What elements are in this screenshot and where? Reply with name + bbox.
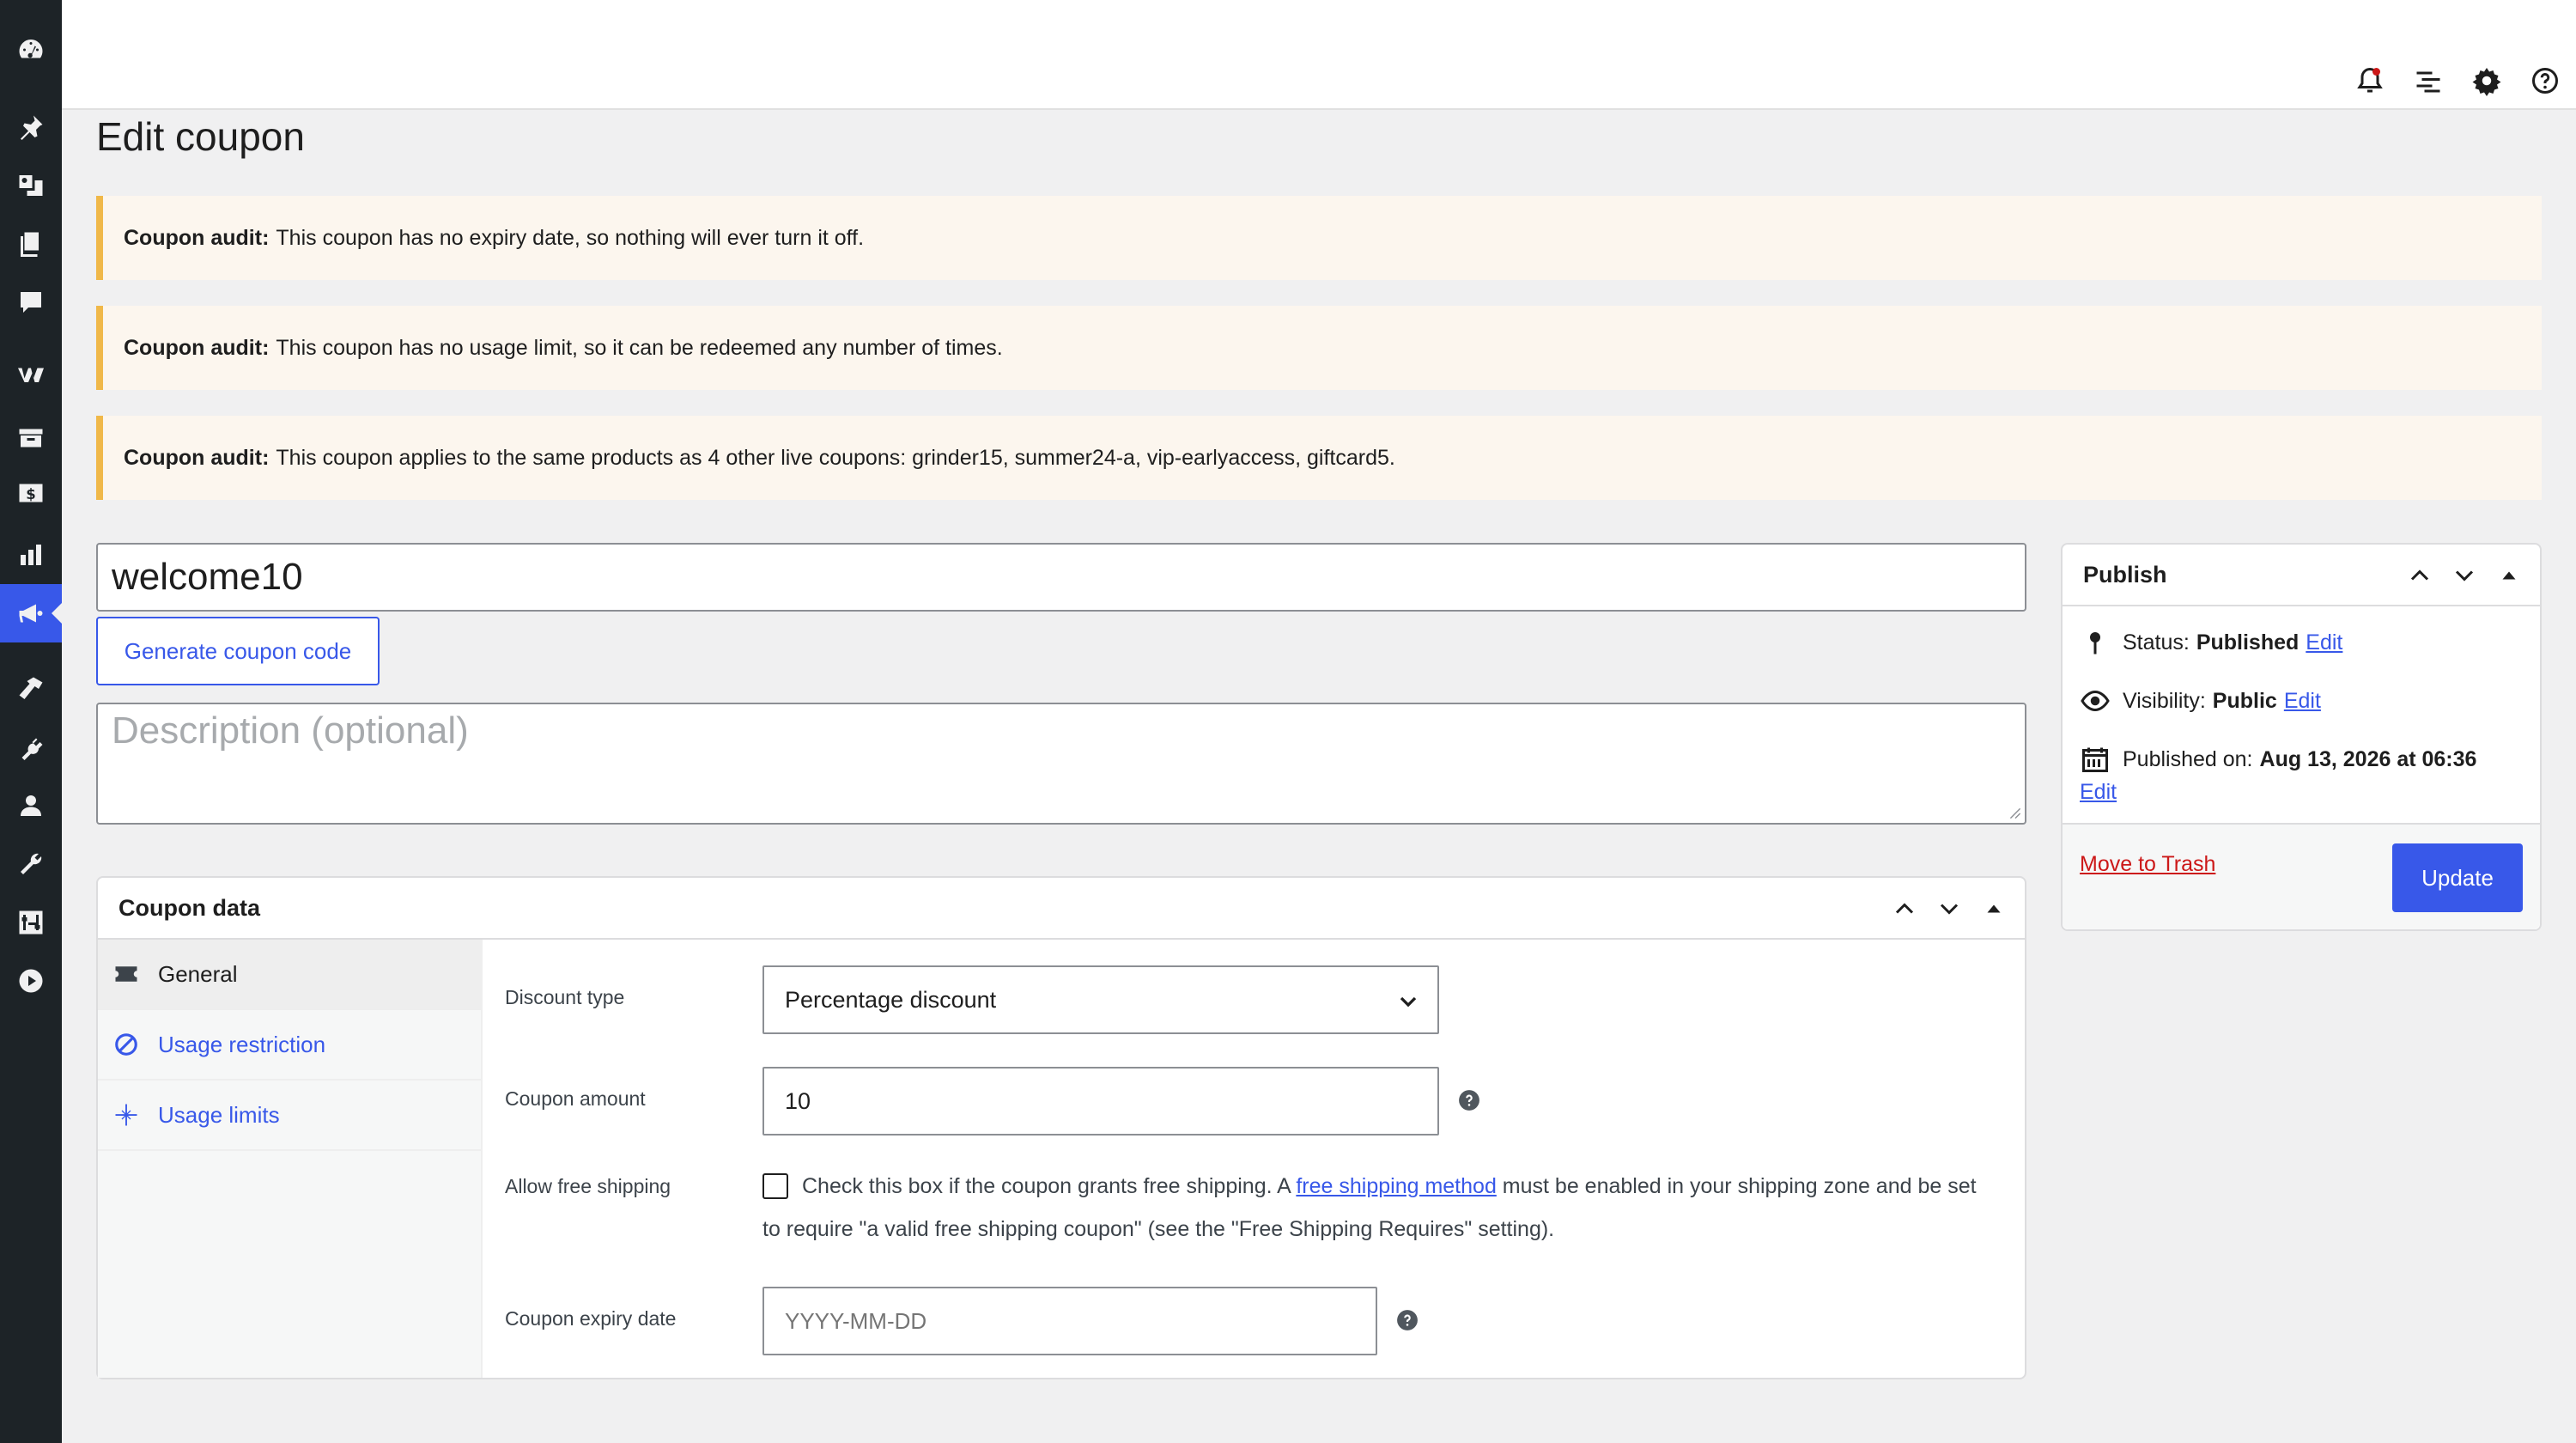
free-shipping-label: Allow free shipping bbox=[505, 1175, 671, 1197]
chevron-up-icon[interactable] bbox=[2404, 560, 2435, 591]
move-to-trash-link[interactable]: Move to Trash bbox=[2080, 852, 2215, 877]
coupon-amount-label: Coupon amount bbox=[505, 1087, 646, 1110]
chevron-down-icon[interactable] bbox=[1934, 893, 1965, 924]
collapse-triangle-icon[interactable] bbox=[1978, 893, 2009, 924]
notice-label: Coupon audit: bbox=[124, 335, 270, 360]
appearance-icon[interactable] bbox=[0, 660, 62, 718]
audit-notice: Coupon audit: This coupon applies to the… bbox=[96, 416, 2542, 500]
tab-general[interactable]: General bbox=[98, 940, 481, 1010]
comments-icon[interactable] bbox=[0, 273, 62, 332]
audit-notice: Coupon audit: This coupon has no usage l… bbox=[96, 306, 2542, 390]
help-tip-icon[interactable] bbox=[1458, 1089, 1480, 1111]
tab-usage-limits[interactable]: Usage limits bbox=[98, 1081, 481, 1151]
publish-title: Publish bbox=[2083, 561, 2167, 588]
description-placeholder: Description (optional) bbox=[112, 709, 469, 752]
chevron-up-icon[interactable] bbox=[1889, 893, 1920, 924]
notice-label: Coupon audit: bbox=[124, 225, 270, 250]
payments-icon[interactable]: $ bbox=[0, 464, 62, 522]
generate-coupon-code-button[interactable]: Generate coupon code bbox=[96, 617, 380, 685]
status-row: Status: Published Edit bbox=[2080, 627, 2342, 658]
published-label: Published on: bbox=[2123, 746, 2253, 771]
edit-visibility-link[interactable]: Edit bbox=[2284, 689, 2321, 714]
status-label: Status: bbox=[2123, 630, 2190, 655]
notice-label: Coupon audit: bbox=[124, 445, 270, 470]
tools-icon[interactable] bbox=[0, 835, 62, 893]
discount-type-value: Percentage discount bbox=[785, 986, 997, 1013]
publish-actions: Move to Trash Update bbox=[2063, 823, 2540, 929]
products-icon[interactable] bbox=[0, 409, 62, 467]
free-shipping-description: Check this box if the coupon grants free… bbox=[762, 1165, 1990, 1251]
description-field[interactable]: Description (optional) bbox=[96, 703, 2026, 825]
chevron-down-icon[interactable] bbox=[2449, 560, 2480, 591]
tab-usage-restriction[interactable]: Usage restriction bbox=[98, 1010, 481, 1081]
restriction-icon bbox=[115, 1033, 137, 1056]
free-shipping-text-before: Check this box if the coupon grants free… bbox=[802, 1174, 1297, 1198]
resize-handle-icon[interactable] bbox=[2009, 807, 2021, 819]
help-tip-icon[interactable] bbox=[1396, 1309, 1419, 1331]
edit-date-link[interactable]: Edit bbox=[2080, 780, 2117, 805]
calendar-icon bbox=[2082, 747, 2108, 772]
tab-label: General bbox=[158, 960, 238, 987]
edit-status-link[interactable]: Edit bbox=[2306, 630, 2342, 655]
visibility-label: Visibility: bbox=[2123, 688, 2206, 713]
coupon-data-title: Coupon data bbox=[118, 894, 260, 921]
publish-panel: Publish Status: Published Edit Visibilit… bbox=[2061, 543, 2542, 931]
play-icon[interactable] bbox=[0, 952, 62, 1010]
analytics-icon[interactable] bbox=[0, 526, 62, 584]
help-icon[interactable] bbox=[2530, 65, 2561, 96]
visibility-value: Public bbox=[2212, 688, 2277, 713]
published-value: Aug 13, 2026 at 06:36 bbox=[2259, 746, 2477, 771]
pin-icon[interactable] bbox=[0, 98, 62, 156]
chevron-down-icon bbox=[1400, 996, 1417, 1008]
pages-icon[interactable] bbox=[0, 215, 62, 273]
audit-notice: Coupon audit: This coupon has no expiry … bbox=[96, 196, 2542, 280]
notifications-icon[interactable] bbox=[2354, 65, 2385, 96]
notice-text: This coupon has no usage limit, so it ca… bbox=[276, 335, 1003, 360]
expiry-date-input[interactable]: YYYY-MM-DD bbox=[762, 1287, 1377, 1355]
notice-text: This coupon has no expiry date, so nothi… bbox=[276, 225, 865, 250]
collapse-triangle-icon[interactable] bbox=[2494, 560, 2524, 591]
status-value: Published bbox=[2196, 630, 2300, 655]
tab-label: Usage restriction bbox=[158, 1031, 326, 1057]
page-title: Edit coupon bbox=[96, 114, 305, 159]
expiry-date-label: Coupon expiry date bbox=[505, 1307, 677, 1330]
update-button[interactable]: Update bbox=[2392, 843, 2523, 912]
visibility-row: Visibility: Public Edit bbox=[2080, 685, 2321, 716]
gear-icon[interactable] bbox=[2471, 65, 2502, 96]
publish-header: Publish bbox=[2063, 545, 2540, 606]
woocommerce-icon[interactable] bbox=[0, 345, 62, 404]
notice-text: This coupon applies to the same products… bbox=[276, 445, 1395, 470]
media-icon[interactable] bbox=[0, 156, 62, 215]
plugins-icon[interactable] bbox=[0, 718, 62, 776]
dashboard-icon[interactable] bbox=[0, 21, 62, 79]
coupon-data-header: Coupon data bbox=[98, 878, 2025, 940]
pin-icon bbox=[2090, 632, 2100, 655]
published-on-row: Published on: Aug 13, 2026 at 06:36 bbox=[2080, 744, 2476, 775]
discount-type-select[interactable]: Percentage discount bbox=[762, 965, 1439, 1034]
coupon-data-panel: Coupon data General Usage restriction Us… bbox=[96, 876, 2026, 1379]
top-toolbar bbox=[62, 0, 2576, 110]
admin-sidebar: $ bbox=[0, 0, 62, 1443]
svg-text:$: $ bbox=[26, 486, 35, 502]
activity-list-icon[interactable] bbox=[2413, 65, 2444, 96]
users-icon[interactable] bbox=[0, 776, 62, 835]
coupon-amount-input[interactable]: 10 bbox=[762, 1067, 1439, 1136]
settings-icon[interactable] bbox=[0, 893, 62, 952]
free-shipping-method-link[interactable]: free shipping method bbox=[1296, 1174, 1496, 1198]
coupon-data-tabs: General Usage restriction Usage limits bbox=[98, 940, 483, 1378]
marketing-icon[interactable] bbox=[0, 584, 62, 642]
coupon-code-input[interactable]: welcome10 bbox=[96, 543, 2026, 612]
ticket-icon bbox=[115, 966, 137, 982]
discount-type-label: Discount type bbox=[505, 986, 625, 1008]
tab-label: Usage limits bbox=[158, 1101, 280, 1128]
eye-icon bbox=[2081, 690, 2110, 712]
limits-icon bbox=[115, 1104, 137, 1126]
